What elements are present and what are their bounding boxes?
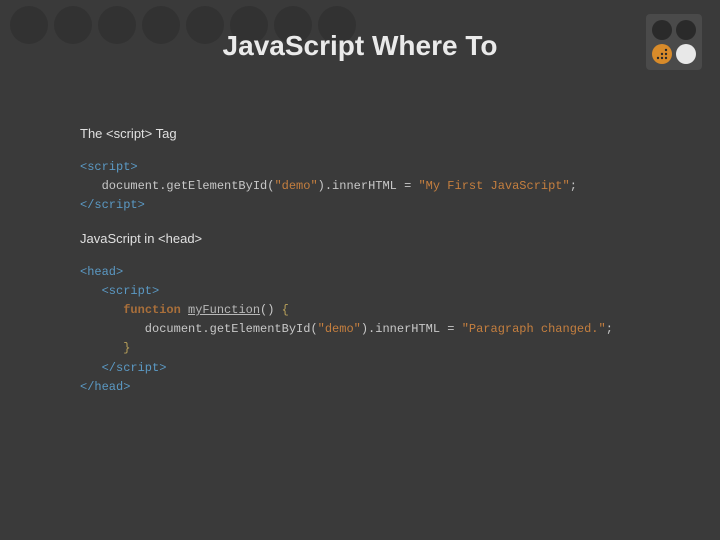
content-area: The <script> Tag <script> document.getEl…	[80, 110, 680, 397]
section-2-heading: JavaScript in <head>	[80, 229, 680, 249]
section-1-heading: The <script> Tag	[80, 124, 680, 144]
page-title: JavaScript Where To	[0, 30, 720, 62]
code-block-1: <script> document.getElementById("demo")…	[80, 158, 680, 216]
code-block-2: <head> <script> function myFunction() { …	[80, 263, 680, 397]
